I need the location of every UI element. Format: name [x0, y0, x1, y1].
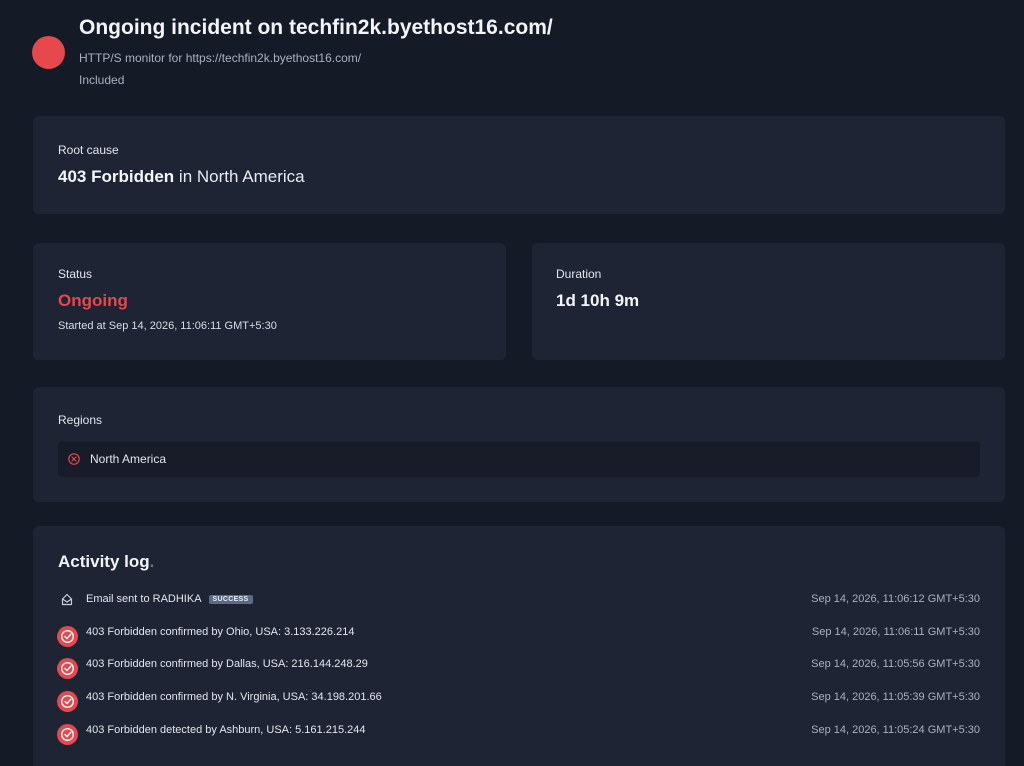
- started-at: Started at Sep 14, 2026, 11:06:11 GMT+5:…: [58, 320, 277, 332]
- activity-log-list: Email sent to RADHIKA SUCCESS Sep 14, 202…: [33, 585, 1005, 748]
- activity-log-title-text: Activity log: [58, 552, 150, 571]
- included-label: Included: [79, 73, 125, 87]
- list-item: 403 Forbidden detected by Ashburn, USA: …: [33, 716, 1005, 749]
- activity-log-title-dot: .: [149, 552, 155, 571]
- monitor-subtitle: HTTP/S monitor for https://techfin2k.bye…: [79, 51, 362, 65]
- log-timestamp: Sep 14, 2026, 11:06:11 GMT+5:30: [811, 625, 980, 638]
- root-cause-card: Root cause 403 Forbidden in North Americ…: [33, 116, 1005, 214]
- log-timestamp: Sep 14, 2026, 11:06:12 GMT+5:30: [811, 593, 980, 605]
- regions-card: Regions North America: [33, 387, 1005, 502]
- region-item[interactable]: North America: [58, 441, 980, 477]
- activity-log-title: Activity log.: [58, 552, 154, 572]
- log-timestamp: Sep 14, 2026, 11:05:24 GMT+5:30: [811, 723, 980, 736]
- status-label: Status: [58, 267, 93, 281]
- root-cause-value: 403 Forbidden in North America: [58, 167, 305, 187]
- log-message: Email sent to RADHIKA: [86, 593, 202, 605]
- regions-label: Regions: [58, 413, 103, 427]
- x-circle-icon: [68, 453, 80, 465]
- list-item: 403 Forbidden confirmed by N. Virginia, …: [33, 683, 1005, 716]
- log-timestamp: Sep 14, 2026, 11:05:56 GMT+5:30: [811, 658, 980, 671]
- root-cause-label: Root cause: [58, 143, 119, 157]
- success-badge: SUCCESS: [208, 595, 253, 604]
- mail-icon: [61, 593, 73, 606]
- status-indicator-icon: [32, 36, 65, 69]
- log-message: 403 Forbidden confirmed by Ohio, USA: 3.…: [86, 625, 355, 638]
- incident-page: Ongoing incident on techfin2k.byethost16…: [0, 0, 1024, 766]
- check-circle-icon: [57, 625, 78, 647]
- check-circle-icon: [57, 691, 78, 713]
- log-message: 403 Forbidden confirmed by Dallas, USA: …: [86, 658, 368, 671]
- check-circle-icon: [57, 658, 78, 680]
- region-name: North America: [90, 452, 167, 466]
- log-text: Email sent to RADHIKA SUCCESS: [86, 593, 253, 605]
- log-timestamp: Sep 14, 2026, 11:05:39 GMT+5:30: [811, 691, 980, 704]
- activity-log-card: Activity log. Email sent to RADHIKA SUCCE…: [33, 526, 1005, 766]
- status-value: Ongoing: [58, 291, 128, 310]
- log-message: 403 Forbidden confirmed by N. Virginia, …: [86, 691, 382, 704]
- root-cause-error: 403 Forbidden: [58, 167, 175, 186]
- list-item: 403 Forbidden confirmed by Ohio, USA: 3.…: [33, 618, 1005, 651]
- duration-card: Duration 1d 10h 9m: [532, 243, 1005, 360]
- log-message: 403 Forbidden detected by Ashburn, USA: …: [86, 723, 366, 736]
- status-card: Status Ongoing Started at Sep 14, 2026, …: [33, 243, 506, 360]
- list-item: 403 Forbidden confirmed by Dallas, USA: …: [33, 650, 1005, 683]
- root-cause-connector: in: [178, 167, 193, 186]
- duration-label: Duration: [556, 267, 602, 281]
- duration-value: 1d 10h 9m: [556, 291, 640, 310]
- list-item: Email sent to RADHIKA SUCCESS Sep 14, 202…: [33, 585, 1005, 618]
- check-circle-icon: [57, 723, 78, 745]
- page-title: Ongoing incident on techfin2k.byethost16…: [79, 16, 553, 39]
- root-cause-region: North America: [196, 167, 305, 186]
- incident-header: Ongoing incident on techfin2k.byethost16…: [0, 0, 1024, 104]
